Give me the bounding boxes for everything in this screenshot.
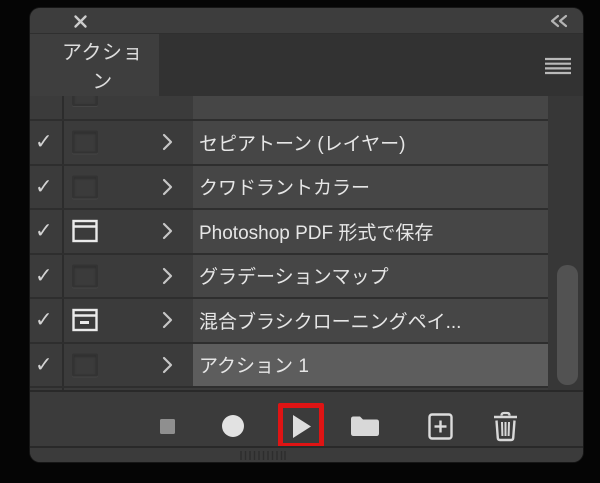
action-row[interactable]: ✓ セピアトーン (レイヤー): [30, 121, 583, 166]
record-circle-icon: [222, 415, 244, 437]
expand-chevron-icon[interactable]: [162, 178, 173, 196]
action-name[interactable]: [193, 96, 548, 119]
dialog-toggle-empty[interactable]: [72, 175, 98, 198]
action-row[interactable]: ✓ アクション 1: [30, 344, 583, 389]
action-row[interactable]: ✓ クワドラントカラー: [30, 166, 583, 211]
expand-chevron-icon[interactable]: [162, 222, 173, 240]
action-name[interactable]: Photoshop PDF 形式で保存: [193, 210, 548, 253]
panel-footer: [30, 446, 583, 462]
new-set-button[interactable]: [345, 406, 385, 446]
action-row[interactable]: ✓ Photoshop PDF 形式で保存: [30, 210, 583, 255]
dialog-toggle-empty[interactable]: [72, 264, 98, 287]
expand-chevron-icon[interactable]: [162, 356, 173, 374]
tab-actions[interactable]: アクション: [30, 34, 159, 96]
dialog-toggle-partial-icon[interactable]: [72, 309, 98, 332]
expand-chevron-icon[interactable]: [162, 311, 173, 329]
include-check-icon[interactable]: ✓: [35, 354, 53, 375]
action-name[interactable]: クワドラントカラー: [193, 166, 548, 209]
tab-bar: アクション: [30, 34, 583, 96]
dialog-toggle-empty[interactable]: [72, 96, 98, 106]
trash-icon: [492, 411, 519, 442]
play-button[interactable]: [281, 406, 321, 446]
expand-chevron-icon[interactable]: [162, 133, 173, 151]
stop-square-icon: [160, 419, 175, 434]
action-list: ✓ セピアトーン (レイヤー) ✓ クワドラントカラー ✓ Photoshop PDF 形…: [30, 96, 583, 390]
include-check-icon[interactable]: ✓: [35, 221, 53, 242]
actions-panel: アクション ✓ セピアトーン (レイヤー) ✓ クワドラントカラー ✓ Photoshop…: [30, 8, 583, 462]
action-name[interactable]: セピアトーン (レイヤー): [193, 121, 548, 164]
action-row[interactable]: ✓ グラデーションマップ: [30, 255, 583, 300]
action-row-partial[interactable]: [30, 96, 583, 121]
include-check-icon[interactable]: ✓: [35, 176, 53, 197]
collapse-panel-icon[interactable]: [548, 13, 570, 29]
include-check-icon[interactable]: ✓: [35, 265, 53, 286]
record-button[interactable]: [213, 406, 253, 446]
action-name[interactable]: アクション 1: [193, 344, 548, 387]
stop-button[interactable]: [147, 406, 187, 446]
tab-actions-label: アクション: [52, 36, 153, 94]
include-check-icon[interactable]: ✓: [35, 310, 53, 331]
panel-header-strip: [30, 8, 583, 34]
dialog-toggle-empty[interactable]: [72, 353, 98, 376]
include-check-icon[interactable]: ✓: [35, 132, 53, 153]
scrollbar-track[interactable]: [548, 96, 583, 390]
folder-icon: [350, 415, 380, 437]
close-icon[interactable]: [72, 13, 88, 29]
bottom-toolbar: [30, 390, 583, 446]
panel-menu-icon[interactable]: [544, 56, 572, 76]
action-row[interactable]: ✓ 混合ブラシクローニングペイ...: [30, 299, 583, 344]
action-name[interactable]: 混合ブラシクローニングペイ...: [193, 299, 548, 342]
dialog-toggle-empty[interactable]: [72, 131, 98, 154]
expand-chevron-icon[interactable]: [162, 267, 173, 285]
action-name[interactable]: グラデーションマップ: [193, 255, 548, 298]
panel-resize-grip[interactable]: [240, 451, 286, 460]
plus-square-icon: [428, 413, 453, 440]
new-action-button[interactable]: [420, 406, 460, 446]
delete-button[interactable]: [485, 406, 525, 446]
play-triangle-icon: [290, 413, 313, 440]
scrollbar-thumb[interactable]: [557, 265, 578, 385]
dialog-toggle-on-icon[interactable]: [72, 220, 98, 243]
